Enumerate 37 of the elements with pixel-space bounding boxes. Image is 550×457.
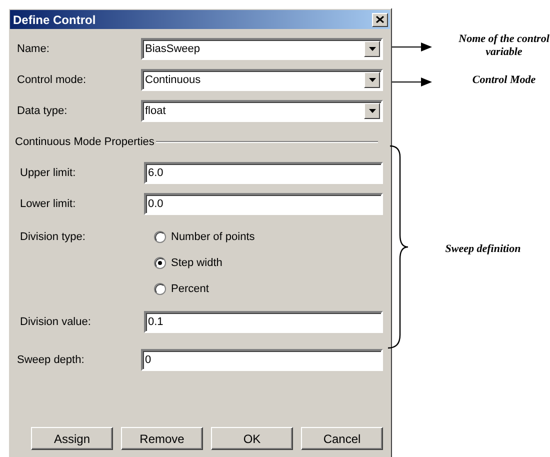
field-label: Sweep depth: [16, 354, 86, 366]
dropdown-button[interactable] [364, 72, 380, 88]
field-label: Division value: [19, 316, 92, 328]
close-icon [376, 16, 384, 23]
field-label: Lower limit: [19, 198, 77, 210]
input-field[interactable]: 0 [141, 349, 383, 371]
window-title: Define Control [13, 12, 96, 26]
dropdown-button[interactable] [364, 103, 380, 119]
field-label: Division type: [19, 230, 86, 245]
dialog-button[interactable]: OK [211, 427, 293, 450]
field-label: Upper limit: [19, 167, 77, 179]
group-title: Continuous Mode Properties [15, 136, 156, 148]
input-field[interactable]: 0.1 [144, 311, 383, 333]
dropdown-field[interactable]: BiasSweep [141, 38, 383, 60]
annotation-label: Sweep definition [444, 243, 522, 256]
dropdown-field[interactable]: float [141, 100, 383, 122]
field-label: Data type: [16, 105, 68, 117]
close-button[interactable] [372, 12, 388, 26]
caret-icon [368, 109, 376, 113]
annotation-label: Nome of the control variable [458, 33, 550, 59]
dropdown-field[interactable]: Continuous [141, 69, 383, 91]
field-label: Name: [16, 43, 50, 55]
radio-option[interactable]: Number of points [154, 224, 255, 250]
arrow [392, 77, 432, 87]
radio-option[interactable]: Percent [154, 276, 255, 302]
dialog-button[interactable]: Remove [121, 427, 203, 450]
dialog-button[interactable]: Assign [31, 427, 113, 450]
caret-icon [368, 47, 376, 51]
input-field[interactable]: 6.0 [144, 162, 383, 184]
field-label: Control mode: [16, 74, 88, 86]
input-field[interactable]: 0.0 [144, 193, 383, 215]
dialog-button[interactable]: Cancel [301, 427, 383, 450]
dropdown-button[interactable] [364, 41, 380, 57]
annotation-label: Control Mode [471, 74, 537, 87]
caret-icon [368, 78, 376, 82]
arrow [392, 42, 432, 52]
radio-option[interactable]: Step width [154, 250, 255, 276]
